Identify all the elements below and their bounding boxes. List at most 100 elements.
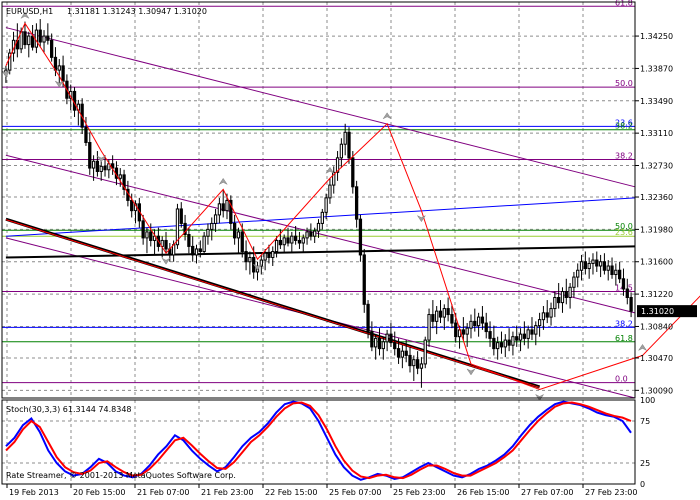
- candle-body: [286, 237, 290, 244]
- time-tick-label: 22 Feb 15:00: [265, 488, 317, 497]
- candle-body: [499, 342, 504, 348]
- candle-body: [553, 297, 557, 310]
- candle-body: [145, 231, 149, 239]
- stoch-tick-label: 75: [640, 417, 650, 426]
- candle-body: [244, 251, 248, 263]
- candle-body: [316, 222, 321, 232]
- candle-body: [343, 131, 347, 145]
- candle-body: [95, 160, 100, 172]
- candle-body: [34, 29, 39, 48]
- candle-body: [496, 342, 500, 350]
- candle-body: [507, 339, 511, 346]
- time-tick-label: 25 Feb 07:00: [329, 488, 381, 497]
- candle-body: [267, 252, 271, 258]
- candle-body: [213, 214, 218, 224]
- candle-body: [30, 35, 35, 48]
- candle-body: [583, 261, 587, 270]
- candle-body: [225, 199, 229, 212]
- candle-body: [602, 261, 607, 271]
- time-tick-label: 19 Feb 2013: [9, 488, 59, 497]
- candle-body: [313, 230, 317, 237]
- price-tick-label: 1.31980: [640, 225, 673, 234]
- candle-body: [442, 308, 446, 318]
- price-tick-label: 1.31220: [640, 290, 673, 299]
- candle-body: [541, 312, 546, 321]
- candle-body: [515, 336, 519, 341]
- candle-body: [610, 265, 614, 276]
- candle-body: [579, 261, 584, 271]
- candle-body: [374, 337, 378, 348]
- candle-body: [454, 322, 458, 338]
- candle-body: [309, 231, 313, 237]
- fib-level-label: 61.8: [615, 0, 633, 7]
- candle-body: [236, 231, 241, 239]
- candle-body: [576, 269, 580, 278]
- candle-body: [503, 339, 507, 348]
- price-tick-label: 1.30840: [640, 322, 673, 331]
- price-tick-label: 1.33110: [640, 129, 673, 138]
- candle-body: [248, 256, 252, 263]
- symbol-label: EURUSD,H1: [6, 7, 53, 16]
- candle-body: [438, 310, 443, 318]
- candle-body: [72, 90, 77, 111]
- candle-body: [282, 237, 286, 246]
- candle-body: [598, 261, 603, 267]
- candle-body: [370, 331, 374, 348]
- copyright-text: Rate Streamer, © 2001-2013 MetaQuotes So…: [6, 471, 236, 480]
- candle-body: [328, 184, 332, 199]
- candle-body: [419, 363, 424, 369]
- candle-body: [23, 31, 27, 46]
- candle-body: [484, 322, 488, 333]
- candle-body: [50, 39, 54, 58]
- fib-level-label: 38.2: [615, 319, 633, 328]
- candle-body: [537, 319, 542, 327]
- candle-body: [629, 297, 633, 312]
- candle-body: [221, 203, 225, 212]
- price-tick-label: 1.33870: [640, 64, 673, 73]
- candle-body: [518, 333, 523, 341]
- ohlc-label: 1.31181 1.31243 1.30947 1.31020: [67, 7, 207, 16]
- candle-body: [118, 174, 122, 179]
- candle-body: [293, 235, 298, 241]
- candle-body: [473, 320, 477, 327]
- stoch-tick-label: 25: [640, 459, 650, 468]
- candle-body: [404, 350, 408, 356]
- candle-body: [446, 308, 450, 316]
- candle-body: [240, 231, 244, 253]
- candle-body: [614, 269, 618, 276]
- candle-body: [351, 157, 355, 188]
- candle-body: [232, 222, 237, 239]
- candle-body: [202, 235, 206, 253]
- candle-body: [400, 350, 405, 358]
- candle-body: [480, 316, 485, 324]
- candle-body: [469, 320, 473, 329]
- candle-body: [450, 314, 454, 324]
- price-tick-label: 1.30470: [640, 354, 673, 363]
- candle-body: [358, 218, 363, 256]
- price-tick-label: 1.32360: [640, 193, 673, 202]
- fib-level-label: 50.0: [615, 79, 633, 88]
- candle-body: [103, 165, 107, 171]
- time-tick-label: 21 Feb 07:00: [137, 488, 189, 497]
- time-tick-label: 21 Feb 23:00: [201, 488, 253, 497]
- candle-body: [263, 252, 267, 261]
- fib-level-label: 61.8: [615, 334, 633, 343]
- stochastic-label: Stoch(30,3,3) 61.3144 74.8348: [6, 405, 132, 414]
- price-tick-label: 1.31600: [640, 258, 673, 267]
- candle-body: [465, 327, 469, 335]
- candle-body: [587, 262, 591, 270]
- fib-level-label: 38.2: [615, 152, 633, 161]
- candle-body: [415, 359, 420, 369]
- candle-body: [461, 329, 466, 335]
- candle-body: [557, 297, 561, 304]
- candle-body: [381, 341, 385, 350]
- candle-body: [339, 143, 344, 159]
- fib-level-label: 0.0: [615, 375, 628, 384]
- candle-body: [549, 308, 553, 318]
- candle-body: [194, 248, 199, 256]
- trading-chart[interactable]: 61.850.023.638.238.250.023.614.538.261.8…: [0, 0, 700, 500]
- candle-body: [534, 325, 538, 335]
- candle-body: [206, 228, 210, 237]
- candle-body: [522, 333, 526, 339]
- candle-body: [560, 291, 565, 304]
